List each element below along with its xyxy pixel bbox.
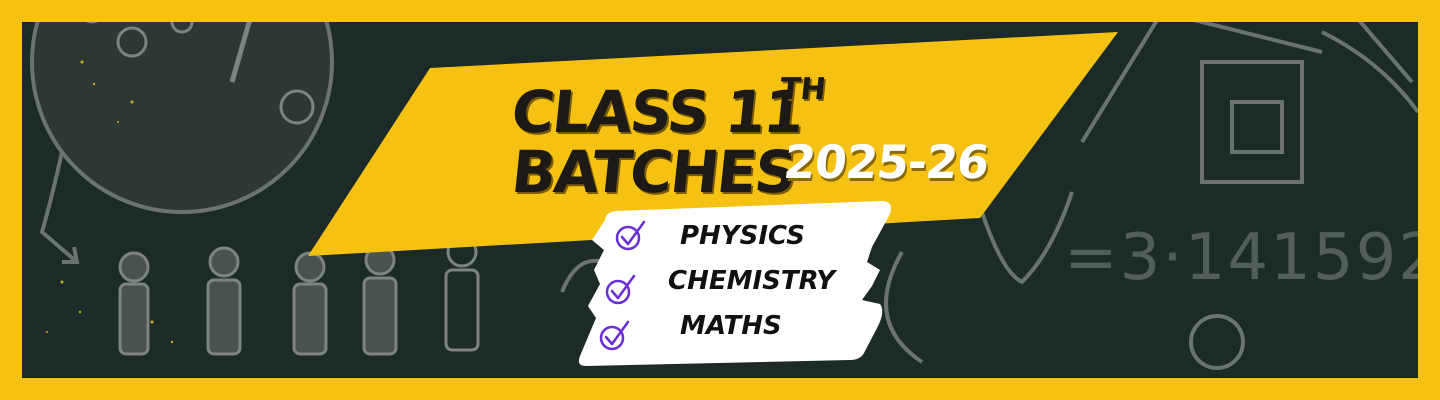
class-11-batches-banner: =3·141592 CLASS 11 TH BATCHES 2025-26 PH… bbox=[0, 0, 1440, 400]
checkmark-circle-icon bbox=[615, 220, 646, 251]
subject-maths: MATHS bbox=[680, 311, 782, 341]
checkmark-circle-icon bbox=[605, 274, 636, 305]
subject-physics: PHYSICS bbox=[680, 221, 805, 251]
subject-chemistry: CHEMISTRY bbox=[668, 266, 836, 296]
checkmark-circle-icon bbox=[599, 320, 630, 351]
